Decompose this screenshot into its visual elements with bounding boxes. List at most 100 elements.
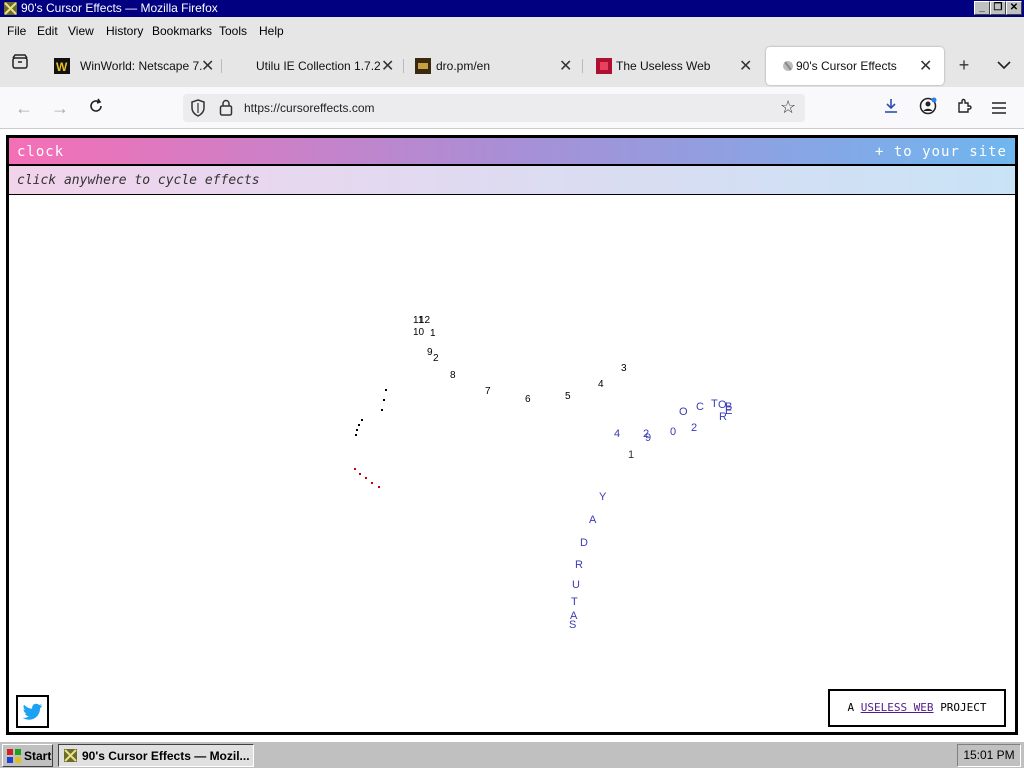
tab-close-icon[interactable]: ✕ xyxy=(739,56,752,76)
clock-second-hand-dot xyxy=(354,468,356,470)
window-titlebar: 90's Cursor Effects — Mozilla Firefox _ … xyxy=(0,0,1024,17)
clock-hand-dot xyxy=(383,399,385,401)
clock-number: 2 xyxy=(433,353,439,364)
lock-icon[interactable] xyxy=(219,99,233,121)
clock-hand-dot xyxy=(358,424,360,426)
clock-number: 7 xyxy=(485,386,491,397)
date-letter: T xyxy=(571,596,578,608)
address-bar[interactable]: https://cursoreffects.com ☆ xyxy=(183,94,805,122)
menu-bar: File Edit View History Bookmarks Tools H… xyxy=(0,17,1024,45)
tab-useless-web[interactable]: The Useless Web ✕ xyxy=(582,47,762,85)
url-text[interactable]: https://cursoreffects.com xyxy=(244,101,375,115)
downloads-icon[interactable] xyxy=(880,97,902,119)
start-label: Start xyxy=(24,749,52,763)
clock-number: 12 xyxy=(419,315,431,326)
effect-header-bar: clock + to your site xyxy=(9,138,1015,166)
taskbar: Start 90's Cursor Effects — Mozil... 15:… xyxy=(0,741,1024,768)
tab-label: Utilu IE Collection 1.7.2.1 xyxy=(256,59,380,73)
tab-winworld[interactable]: W WinWorld: Netscape 7.2 / ✕ xyxy=(40,47,220,85)
tab-close-icon[interactable]: ✕ xyxy=(919,56,932,76)
date-letter: 1 xyxy=(628,449,635,461)
menu-tools[interactable]: Tools xyxy=(219,24,247,38)
twitter-button[interactable] xyxy=(16,695,49,728)
date-letter: U xyxy=(572,579,580,591)
tab-utilu[interactable]: Utilu IE Collection 1.7.2.1 ✕ xyxy=(222,47,402,85)
clock-hand-dot xyxy=(385,389,387,391)
extensions-icon[interactable] xyxy=(953,97,975,119)
useless-web-link[interactable]: USELESS WEB xyxy=(861,701,934,714)
clock-second-hand-dot xyxy=(365,477,367,479)
date-letter: R xyxy=(719,411,727,423)
date-letter: D xyxy=(580,537,588,549)
tab-close-icon[interactable]: ✕ xyxy=(559,56,572,76)
forward-icon[interactable]: → xyxy=(49,97,71,119)
maximize-button[interactable]: ❐ xyxy=(990,1,1006,15)
date-letter: S xyxy=(569,619,577,631)
date-letter: 2 xyxy=(691,422,698,434)
hamburger-menu-icon[interactable] xyxy=(988,97,1010,119)
menu-bookmarks[interactable]: Bookmarks xyxy=(152,24,212,38)
back-icon[interactable]: ← xyxy=(13,97,35,119)
date-letter: 4 xyxy=(614,428,621,440)
tab-close-icon[interactable]: ✕ xyxy=(201,56,214,76)
list-all-tabs-icon[interactable] xyxy=(993,54,1015,76)
credit-prefix: A xyxy=(847,701,855,714)
date-letter: 0 xyxy=(670,426,677,438)
clock-second-hand-dot xyxy=(359,473,361,475)
clock-number: 8 xyxy=(450,370,456,381)
window-title: 90's Cursor Effects — Mozilla Firefox xyxy=(21,1,218,15)
date-letter: C xyxy=(696,401,704,413)
system-tray-clock[interactable]: 15:01 PM xyxy=(957,744,1021,767)
tab-close-icon[interactable]: ✕ xyxy=(381,56,394,76)
menu-edit[interactable]: Edit xyxy=(37,24,58,38)
clock-hand-dot xyxy=(381,409,383,411)
dro-icon xyxy=(415,58,431,74)
clock-hand-dot xyxy=(361,419,363,421)
menu-file[interactable]: File xyxy=(7,24,26,38)
tab-label: WinWorld: Netscape 7.2 / xyxy=(80,59,202,73)
view-recent-browsing-icon[interactable] xyxy=(9,54,31,76)
clock-number: 5 xyxy=(565,391,571,402)
tab-bar: W WinWorld: Netscape 7.2 / ✕ Utilu IE Co… xyxy=(0,45,1024,87)
account-icon[interactable] xyxy=(917,97,939,119)
date-letter: 9 xyxy=(645,432,652,444)
hint-bar: click anywhere to cycle effects xyxy=(9,166,1015,195)
effect-name: clock xyxy=(17,144,65,160)
firefox-task-icon xyxy=(64,749,77,762)
svg-text:W: W xyxy=(56,60,68,74)
tracking-protection-shield-icon[interactable] xyxy=(190,99,206,122)
reload-icon[interactable] xyxy=(85,97,107,119)
clock-hand-dot xyxy=(356,429,358,431)
site-frame[interactable]: clock + to your site click anywhere to c… xyxy=(6,135,1018,735)
close-window-button[interactable]: ✕ xyxy=(1006,1,1022,15)
navigation-toolbar: ← → https://cursoreffects.com ☆ xyxy=(0,87,1024,129)
clock-number: 10 xyxy=(413,327,425,338)
clock-second-hand-dot xyxy=(371,482,373,484)
tab-label: dro.pm/en xyxy=(436,59,491,73)
menu-view[interactable]: View xyxy=(68,24,94,38)
useless-web-credit: A USELESS WEB PROJECT xyxy=(828,689,1006,727)
taskbar-firefox-window[interactable]: 90's Cursor Effects — Mozil... xyxy=(58,744,254,767)
start-button[interactable]: Start xyxy=(2,744,53,767)
clock-hand-dot xyxy=(355,434,357,436)
bookmark-star-icon[interactable]: ☆ xyxy=(780,98,796,116)
clock-number: 1 xyxy=(430,328,436,339)
winworld-icon: W xyxy=(54,58,70,74)
date-letter: O xyxy=(679,406,688,418)
minimize-button[interactable]: _ xyxy=(974,1,990,15)
clock-number: 6 xyxy=(525,394,531,405)
credit-suffix: PROJECT xyxy=(940,701,987,714)
clock-number: 9 xyxy=(427,347,433,358)
clock-number: 4 xyxy=(598,379,604,390)
clock-second-hand-dot xyxy=(378,486,380,488)
useless-web-icon xyxy=(596,58,612,74)
web-page: clock + to your site click anywhere to c… xyxy=(0,129,1024,741)
add-to-site-link[interactable]: + to your site xyxy=(875,144,1007,160)
new-tab-icon[interactable]: + xyxy=(953,54,975,76)
menu-history[interactable]: History xyxy=(106,24,143,38)
menu-help[interactable]: Help xyxy=(259,24,284,38)
tab-cursor-effects[interactable]: 90's Cursor Effects ✕ xyxy=(766,47,944,85)
cursor-effect-canvas[interactable]: 11 12 10 1 9 2 8 7 6 5 4 3 O C T O B E R… xyxy=(9,196,1015,732)
windows-logo-icon xyxy=(7,749,21,763)
tab-dro[interactable]: dro.pm/en ✕ xyxy=(401,47,581,85)
